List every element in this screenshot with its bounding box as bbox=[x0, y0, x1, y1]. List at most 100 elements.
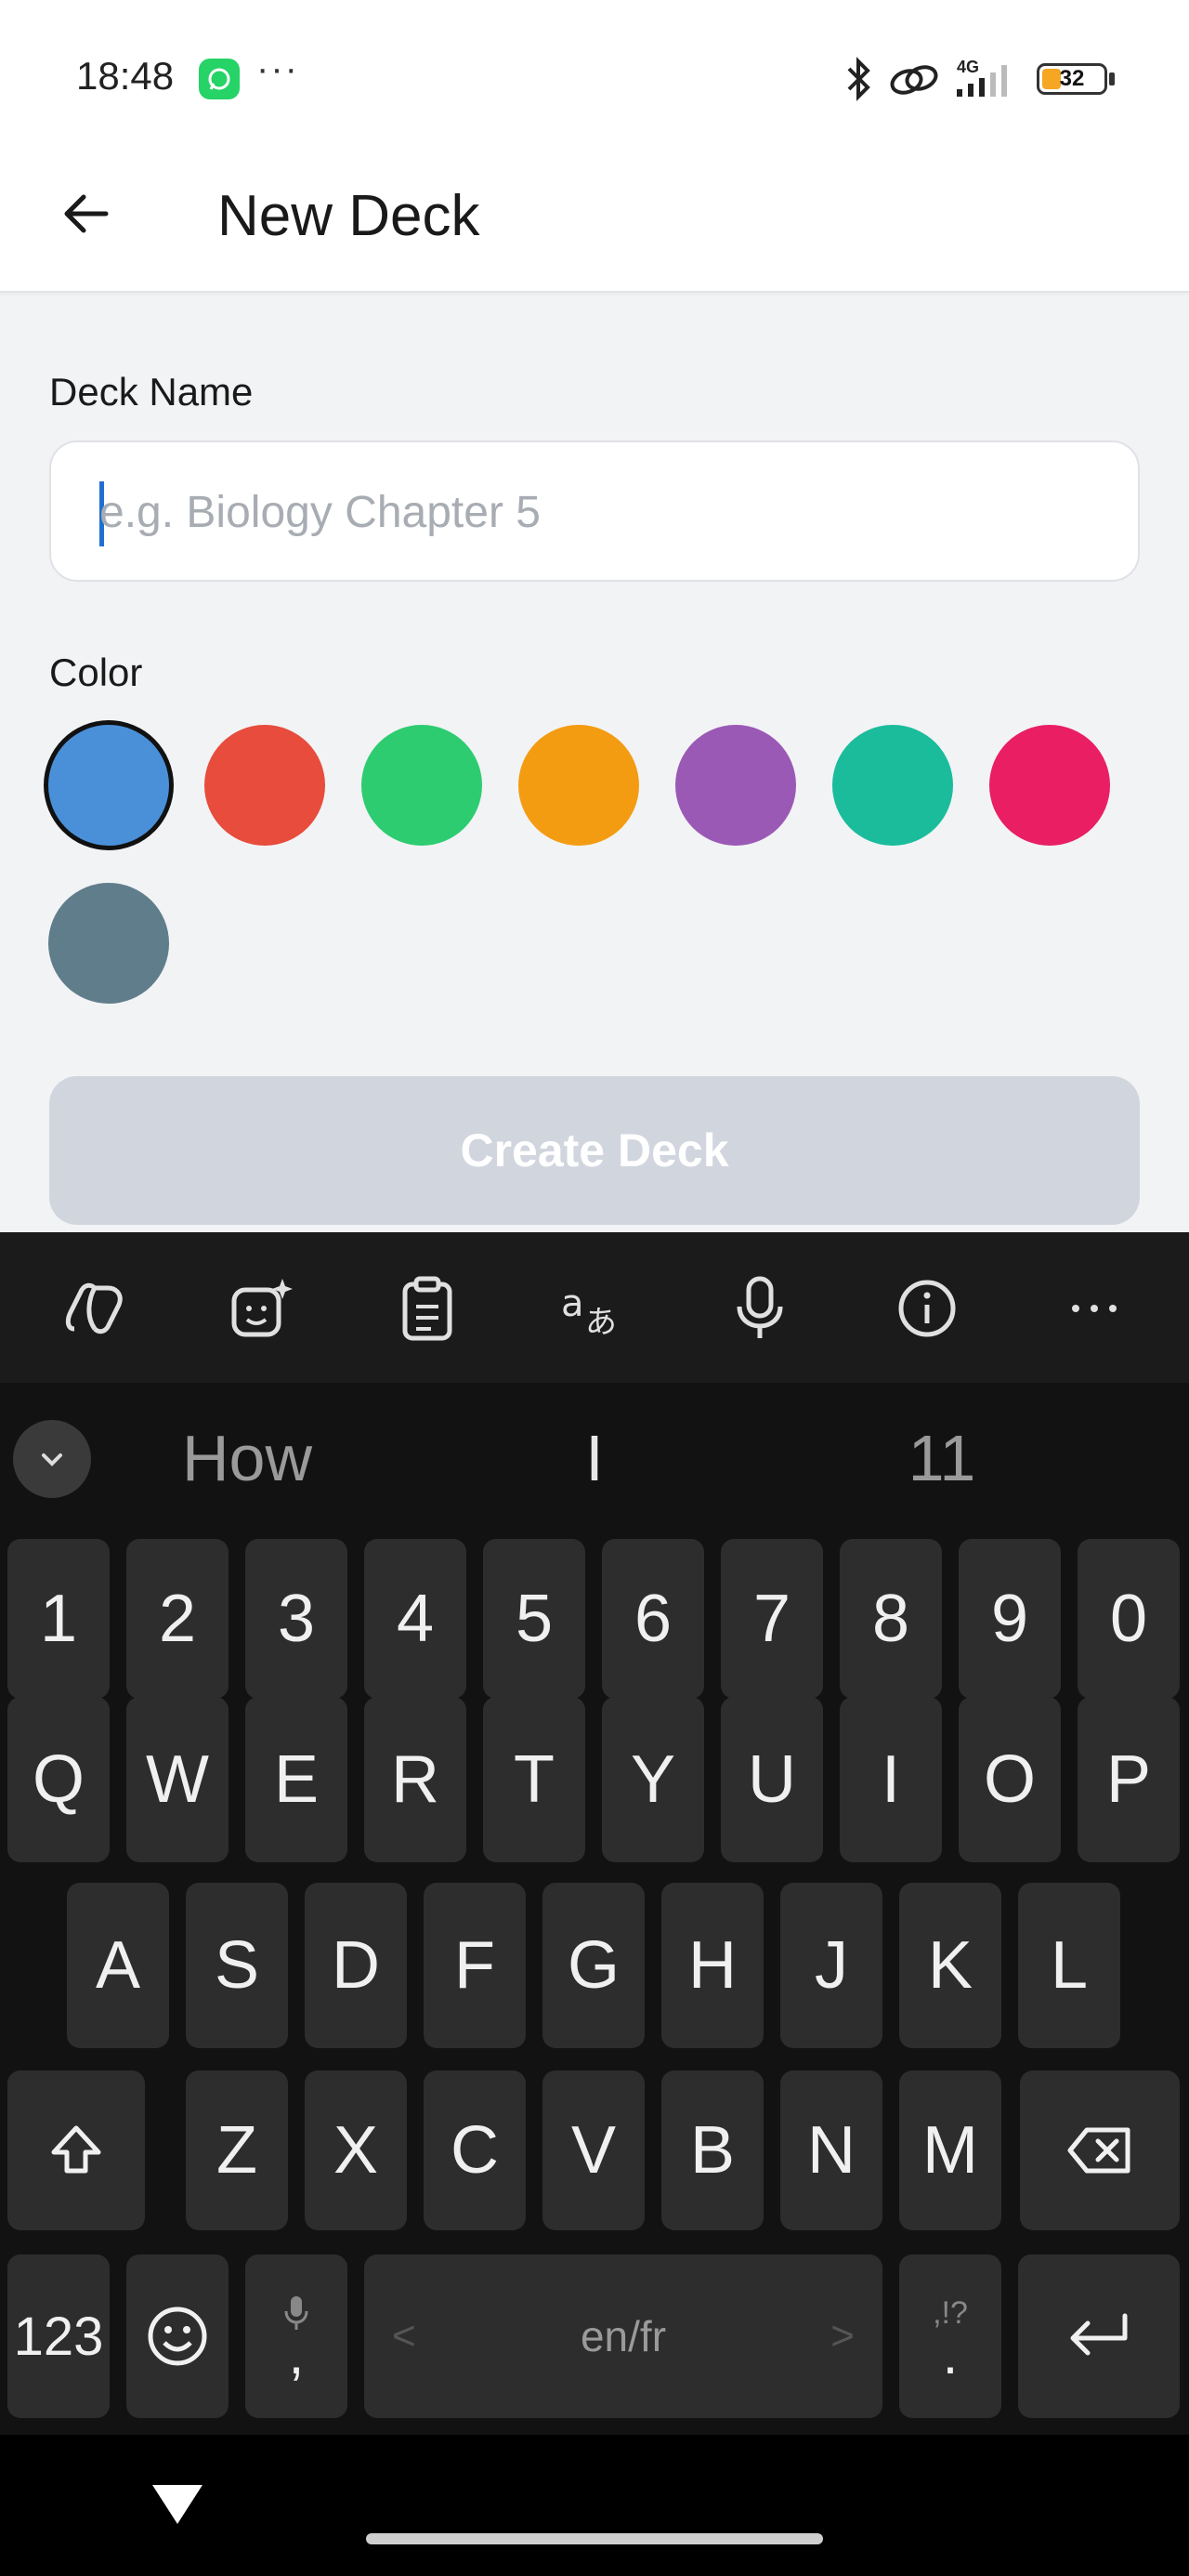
sticker-icon[interactable] bbox=[229, 1275, 295, 1342]
battery-tip bbox=[1109, 72, 1115, 85]
key-6[interactable]: 6 bbox=[602, 1539, 704, 1699]
period-key[interactable]: ,!? . bbox=[899, 2254, 1001, 2418]
copilot-icon[interactable] bbox=[61, 1275, 128, 1342]
key-9[interactable]: 9 bbox=[959, 1539, 1061, 1699]
key-j[interactable]: J bbox=[780, 1883, 882, 2048]
period-label: . bbox=[942, 2323, 959, 2385]
color-swatch-1[interactable] bbox=[48, 725, 169, 846]
network-type: 4G bbox=[957, 58, 979, 76]
key-o[interactable]: O bbox=[959, 1697, 1061, 1862]
link-icon bbox=[886, 59, 942, 105]
space-language-label: en/fr bbox=[580, 2312, 667, 2360]
back-button[interactable] bbox=[48, 177, 123, 251]
more-icon[interactable] bbox=[1061, 1275, 1128, 1342]
suggestion-2[interactable]: I bbox=[455, 1383, 734, 1533]
key-x[interactable]: X bbox=[305, 2070, 407, 2230]
key-n[interactable]: N bbox=[780, 2070, 882, 2230]
emoji-icon bbox=[148, 2307, 207, 2366]
color-swatch-7[interactable] bbox=[989, 725, 1110, 846]
collapse-keyboard-button[interactable] bbox=[13, 1420, 91, 1498]
key-b[interactable]: B bbox=[661, 2070, 764, 2230]
key-y[interactable]: Y bbox=[602, 1697, 704, 1862]
comma-label: , bbox=[288, 2323, 305, 2385]
deck-name-placeholder: e.g. Biology Chapter 5 bbox=[99, 488, 541, 537]
suggestion-bar: How I 11 bbox=[0, 1383, 1189, 1533]
app-header: New Deck bbox=[0, 149, 1189, 293]
translate-icon[interactable]: aあ bbox=[561, 1275, 628, 1342]
deck-name-label: Deck Name bbox=[49, 370, 254, 414]
key-t[interactable]: T bbox=[483, 1697, 585, 1862]
space-right-arrow: > bbox=[830, 2313, 855, 2359]
bluetooth-icon bbox=[842, 56, 875, 107]
key-v[interactable]: V bbox=[542, 2070, 645, 2230]
suggestion-1[interactable]: How bbox=[108, 1383, 386, 1533]
keyboard-toolbar: aあ bbox=[0, 1232, 1189, 1383]
signal-icon: 4G bbox=[953, 56, 1027, 107]
key-r[interactable]: R bbox=[364, 1697, 466, 1862]
key-a[interactable]: A bbox=[67, 1883, 169, 2048]
key-l[interactable]: L bbox=[1018, 1883, 1120, 2048]
page-title: New Deck bbox=[217, 184, 480, 248]
enter-key[interactable] bbox=[1018, 2254, 1180, 2418]
key-h[interactable]: H bbox=[661, 1883, 764, 2048]
notification-more-icon: ··· bbox=[256, 48, 299, 89]
home-indicator[interactable] bbox=[366, 2533, 823, 2544]
color-swatch-8[interactable] bbox=[48, 883, 169, 1004]
system-nav-bar bbox=[0, 2435, 1189, 2576]
key-i[interactable]: I bbox=[840, 1697, 942, 1862]
key-w[interactable]: W bbox=[126, 1697, 229, 1862]
key-z[interactable]: Z bbox=[186, 2070, 288, 2230]
status-bar: 18:48 ··· 4G 32 bbox=[0, 0, 1189, 149]
key-5[interactable]: 5 bbox=[483, 1539, 585, 1699]
key-4[interactable]: 4 bbox=[364, 1539, 466, 1699]
numbers-key[interactable]: 123 bbox=[7, 2254, 110, 2418]
backspace-key[interactable] bbox=[1020, 2070, 1180, 2230]
info-icon[interactable] bbox=[894, 1275, 960, 1342]
key-p[interactable]: P bbox=[1078, 1697, 1180, 1862]
clipboard-icon[interactable] bbox=[394, 1275, 461, 1342]
key-2[interactable]: 2 bbox=[126, 1539, 229, 1699]
suggestion-3[interactable]: 11 bbox=[803, 1383, 1081, 1533]
battery-icon: 32 bbox=[1037, 63, 1107, 95]
whatsapp-icon bbox=[199, 59, 240, 99]
key-8[interactable]: 8 bbox=[840, 1539, 942, 1699]
battery-level: 32 bbox=[1059, 66, 1085, 91]
space-key[interactable]: < en/fr > bbox=[364, 2254, 882, 2418]
key-c[interactable]: C bbox=[424, 2070, 526, 2230]
create-deck-button[interactable]: Create Deck bbox=[49, 1076, 1140, 1225]
key-m[interactable]: M bbox=[899, 2070, 1001, 2230]
color-swatch-4[interactable] bbox=[518, 725, 639, 846]
emoji-key[interactable] bbox=[126, 2254, 229, 2418]
color-swatch-6[interactable] bbox=[832, 725, 953, 846]
deck-name-input[interactable]: e.g. Biology Chapter 5 bbox=[49, 440, 1140, 582]
color-label: Color bbox=[49, 651, 143, 694]
space-left-arrow: < bbox=[392, 2313, 416, 2359]
keyboard: 123 , < en/fr > ,!? . 1234567890QWERTYUI… bbox=[0, 1533, 1189, 2435]
key-k[interactable]: K bbox=[899, 1883, 1001, 2048]
enter-icon bbox=[1070, 2313, 1128, 2356]
microphone-icon[interactable] bbox=[726, 1275, 793, 1342]
color-swatch-3[interactable] bbox=[361, 725, 482, 846]
color-swatch-5[interactable] bbox=[675, 725, 796, 846]
key-u[interactable]: U bbox=[721, 1697, 823, 1862]
svg-text:あ: あ bbox=[585, 1304, 617, 1338]
key-3[interactable]: 3 bbox=[245, 1539, 347, 1699]
key-q[interactable]: Q bbox=[7, 1697, 110, 1862]
key-7[interactable]: 7 bbox=[721, 1539, 823, 1699]
triangle-down-icon[interactable] bbox=[149, 2481, 206, 2528]
key-1[interactable]: 1 bbox=[7, 1539, 110, 1699]
comma-key[interactable]: , bbox=[245, 2254, 347, 2418]
key-g[interactable]: G bbox=[542, 1883, 645, 2048]
key-f[interactable]: F bbox=[424, 1883, 526, 2048]
shift-key[interactable] bbox=[7, 2070, 145, 2230]
key-0[interactable]: 0 bbox=[1078, 1539, 1180, 1699]
color-swatch-2[interactable] bbox=[204, 725, 325, 846]
key-e[interactable]: E bbox=[245, 1697, 347, 1862]
chevron-down-icon bbox=[42, 1453, 62, 1466]
key-s[interactable]: S bbox=[186, 1883, 288, 2048]
key-d[interactable]: D bbox=[305, 1883, 407, 2048]
status-time: 18:48 bbox=[76, 54, 175, 98]
backspace-icon bbox=[1067, 2127, 1130, 2174]
shift-icon bbox=[51, 2125, 101, 2174]
svg-text:a: a bbox=[561, 1282, 584, 1325]
